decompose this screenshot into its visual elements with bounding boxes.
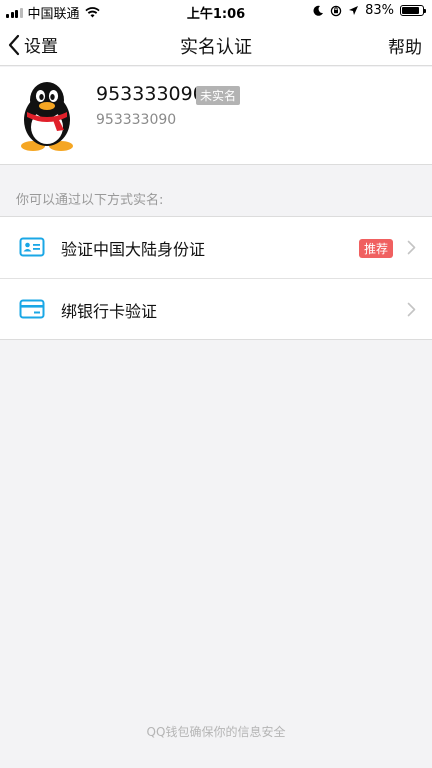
bank-card-icon	[19, 299, 45, 319]
security-footer: QQ钱包确保你的信息安全	[146, 725, 286, 739]
recommended-tag: 推荐	[358, 239, 393, 258]
back-button[interactable]: 设置	[8, 32, 58, 57]
list-item-bank-card-verification[interactable]: 绑银行卡验证	[0, 278, 432, 339]
screen: 中国联通 上午1:06 83% 设置 实名认证 帮助 953333090 未实名…	[0, 0, 432, 768]
battery-fill	[402, 7, 419, 14]
battery-percent: 83%	[365, 3, 394, 18]
profile-name: 953333090	[96, 83, 205, 105]
list-item-id-card-verification[interactable]: 验证中国大陆身份证 推荐	[0, 217, 432, 278]
orientation-lock-icon	[330, 5, 342, 16]
back-label: 设置	[24, 37, 58, 57]
section-hint: 你可以通过以下方式实名:	[16, 193, 164, 208]
moon-icon	[313, 5, 324, 16]
profile-card: 953333090 未实名 953333090	[0, 67, 432, 165]
list-item-label: 验证中国大陆身份证	[61, 240, 206, 259]
help-button[interactable]: 帮助	[388, 33, 422, 58]
list-item-label: 绑银行卡验证	[61, 302, 158, 321]
id-card-icon	[19, 237, 45, 257]
profile-id: 953333090	[96, 112, 177, 128]
location-icon	[349, 6, 359, 15]
battery-icon	[400, 5, 426, 16]
status-bar: 中国联通 上午1:06 83%	[0, 0, 432, 22]
chevron-right-icon	[407, 302, 416, 317]
chevron-left-icon	[8, 34, 20, 55]
verification-status-badge: 未实名	[196, 86, 241, 105]
status-right: 83%	[313, 3, 426, 18]
avatar	[21, 82, 73, 151]
verification-method-list: 验证中国大陆身份证 推荐 绑银行卡验证	[0, 216, 432, 340]
nav-bar: 设置 实名认证 帮助	[0, 22, 432, 66]
page-title: 实名认证	[180, 37, 252, 58]
chevron-right-icon	[407, 240, 416, 255]
